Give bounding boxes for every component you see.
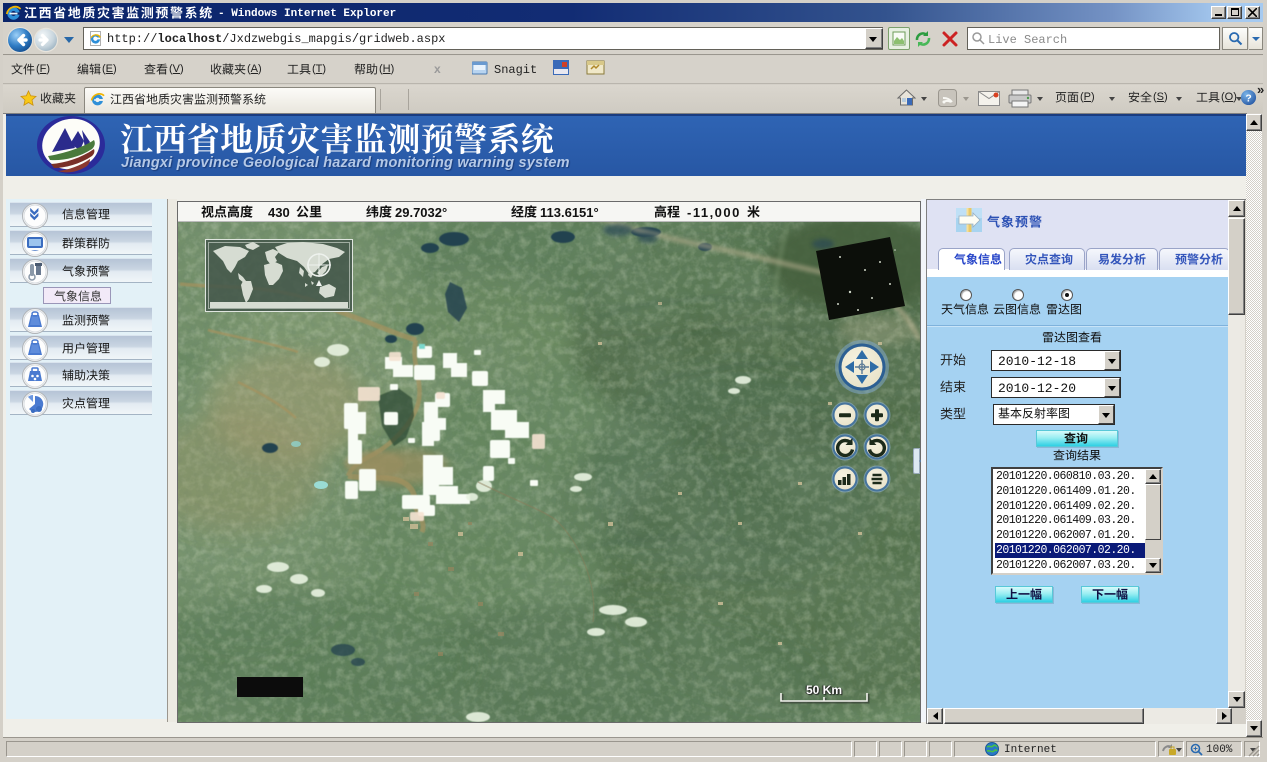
svg-text:?: ? (1245, 93, 1251, 104)
